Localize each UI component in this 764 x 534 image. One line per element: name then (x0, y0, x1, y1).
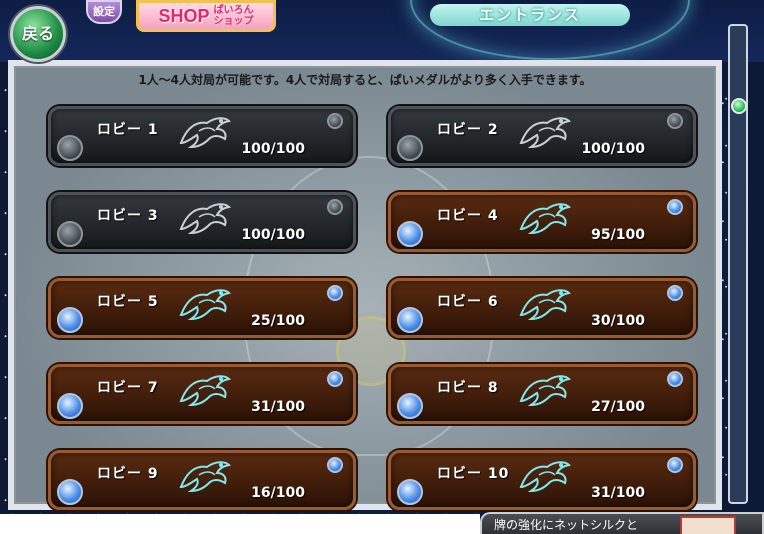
lobby-player-count: 100/100 (241, 141, 305, 157)
lobby-name: ロビー 4 (437, 208, 499, 224)
phoenix-icon (517, 199, 572, 239)
lobby-name: ロビー 3 (97, 208, 159, 224)
lobby-button[interactable]: ロビー 1 100/100 (48, 106, 356, 166)
orb-small-icon (667, 113, 683, 129)
orb-icon (57, 221, 83, 247)
lobby-button[interactable]: ロビー 6 30/100 (388, 278, 696, 338)
orb-icon (397, 479, 423, 505)
orb-icon (57, 135, 83, 161)
lobby-button[interactable]: ロビー 9 16/100 (48, 450, 356, 510)
settings-button[interactable]: 設定 (86, 0, 122, 24)
phoenix-icon (177, 199, 232, 239)
orb-icon (57, 479, 83, 505)
orb-icon (397, 393, 423, 419)
orb-small-icon (327, 457, 343, 473)
orb-small-icon (327, 199, 343, 215)
orb-small-icon (667, 371, 683, 387)
lobby-button[interactable]: ロビー 8 27/100 (388, 364, 696, 424)
lobby-player-count: 30/100 (591, 313, 645, 329)
lobby-player-count: 16/100 (251, 485, 305, 501)
lobby-name: ロビー 10 (437, 466, 510, 482)
shop-button[interactable]: SHOP ぱいろん ショップ (136, 0, 276, 32)
lobby-player-count: 27/100 (591, 399, 645, 415)
orb-small-icon (327, 285, 343, 301)
bottom-strip (0, 514, 480, 534)
orb-icon (397, 307, 423, 333)
green-orb-icon[interactable] (731, 98, 747, 114)
page-title: エントランス (430, 4, 630, 26)
shop-sub-label: ぱいろん ショップ (213, 5, 254, 27)
lobby-button[interactable]: ロビー 5 25/100 (48, 278, 356, 338)
notification-bar[interactable]: 牌の強化にネットシルクと (480, 512, 764, 534)
lobby-player-count: 31/100 (591, 485, 645, 501)
back-button[interactable]: 戻る (10, 6, 66, 62)
phoenix-icon (517, 113, 572, 153)
lobby-player-count: 25/100 (251, 313, 305, 329)
lobby-button[interactable]: ロビー 7 31/100 (48, 364, 356, 424)
lobby-name: ロビー 5 (97, 294, 159, 310)
phoenix-icon (177, 285, 232, 325)
lobby-button[interactable]: ロビー 3 100/100 (48, 192, 356, 252)
phoenix-icon (177, 457, 232, 497)
lobby-button[interactable]: ロビー 2 100/100 (388, 106, 696, 166)
phoenix-icon (177, 371, 232, 411)
info-notice: 1人〜4人対局が可能です。4人で対局すると、ぱいメダルがより多く入手できます。 (138, 73, 592, 87)
orb-small-icon (327, 113, 343, 129)
lobby-player-count: 95/100 (591, 227, 645, 243)
notification-text: 牌の強化にネットシルクと (494, 518, 639, 532)
lobby-player-count: 100/100 (581, 141, 645, 157)
lobby-name: ロビー 6 (437, 294, 499, 310)
orb-small-icon (667, 199, 683, 215)
orb-small-icon (667, 457, 683, 473)
orb-icon (397, 221, 423, 247)
scrollbar-track[interactable] (728, 24, 748, 504)
lobby-name: ロビー 8 (437, 380, 499, 396)
lobby-button[interactable]: ロビー 4 95/100 (388, 192, 696, 252)
lobby-name: ロビー 7 (97, 380, 159, 396)
orb-small-icon (327, 371, 343, 387)
lobby-player-count: 100/100 (241, 227, 305, 243)
orb-icon (397, 135, 423, 161)
phoenix-icon (517, 457, 572, 497)
phoenix-icon (177, 113, 232, 153)
orb-icon (57, 393, 83, 419)
lobby-player-count: 31/100 (251, 399, 305, 415)
shop-label: SHOP (158, 5, 210, 26)
lobby-name: ロビー 9 (97, 466, 159, 482)
lobby-name: ロビー 2 (437, 122, 499, 138)
orb-icon (57, 307, 83, 333)
lobby-button[interactable]: ロビー 10 31/100 (388, 450, 696, 510)
orb-small-icon (667, 285, 683, 301)
notification-thumbnail (680, 516, 736, 534)
phoenix-icon (517, 285, 572, 325)
phoenix-icon (517, 371, 572, 411)
lobby-name: ロビー 1 (97, 122, 159, 138)
